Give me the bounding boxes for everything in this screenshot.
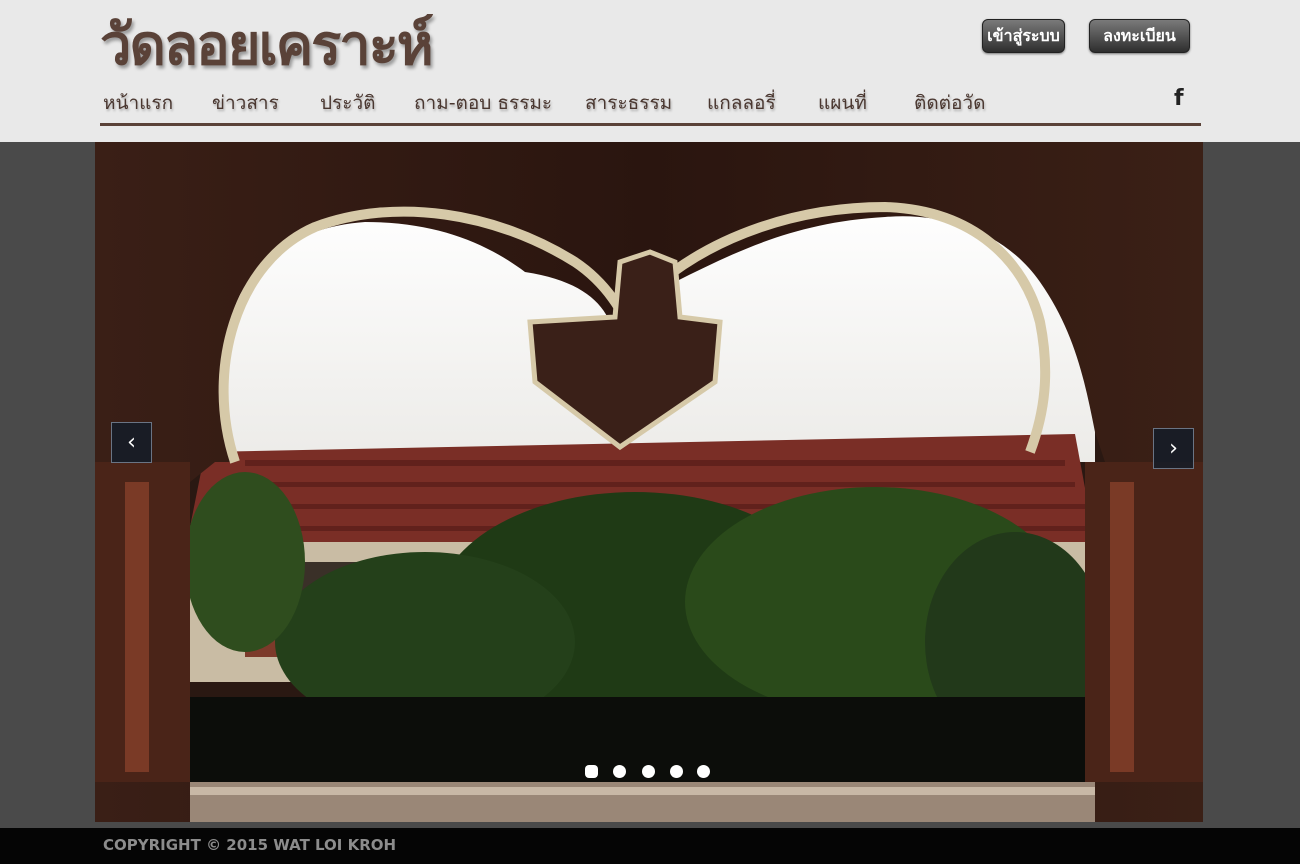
chevron-right-icon[interactable]: › — [1153, 428, 1194, 469]
site-footer: COPYRIGHT © 2015 WAT LOI KROH — [0, 828, 1300, 864]
nav-item-map[interactable]: แผนที่ — [818, 88, 867, 118]
site-logo[interactable]: วัดลอยเคราะห์ — [100, 6, 434, 86]
hero-slider[interactable]: ‹ › — [95, 142, 1203, 822]
slider-dot-5[interactable] — [697, 765, 710, 778]
slider-dot-4[interactable] — [670, 765, 683, 778]
nav-item-dharma-qa[interactable]: ถาม-ตอบ ธรรมะ — [414, 88, 552, 118]
copyright-text: COPYRIGHT © 2015 WAT LOI KROH — [103, 836, 397, 854]
register-button[interactable]: ลงทะเบียน — [1089, 19, 1190, 53]
nav-item-history[interactable]: ประวัติ — [320, 88, 375, 118]
nav-item-home[interactable]: หน้าแรก — [103, 88, 173, 118]
slider-dot-2[interactable] — [613, 765, 626, 778]
main-nav: หน้าแรก ข่าวสาร ประวัติ ถาม-ตอบ ธรรมะ สา… — [100, 86, 1201, 126]
slider-dot-1[interactable] — [585, 765, 598, 778]
nav-item-contact[interactable]: ติดต่อวัด — [914, 88, 985, 118]
site-header: วัดลอยเคราะห์ เข้าสู่ระบบ ลงทะเบียน หน้า… — [0, 0, 1300, 142]
slide-image — [95, 142, 1203, 822]
slider-dot-3[interactable] — [642, 765, 655, 778]
nav-item-news[interactable]: ข่าวสาร — [212, 88, 279, 118]
chevron-left-icon[interactable]: ‹ — [111, 422, 152, 463]
login-button[interactable]: เข้าสู่ระบบ — [982, 19, 1065, 53]
facebook-icon[interactable]: f — [1174, 86, 1184, 111]
nav-item-gallery[interactable]: แกลลอรี่ — [707, 88, 776, 118]
nav-item-dharma-articles[interactable]: สาระธรรม — [585, 88, 672, 118]
